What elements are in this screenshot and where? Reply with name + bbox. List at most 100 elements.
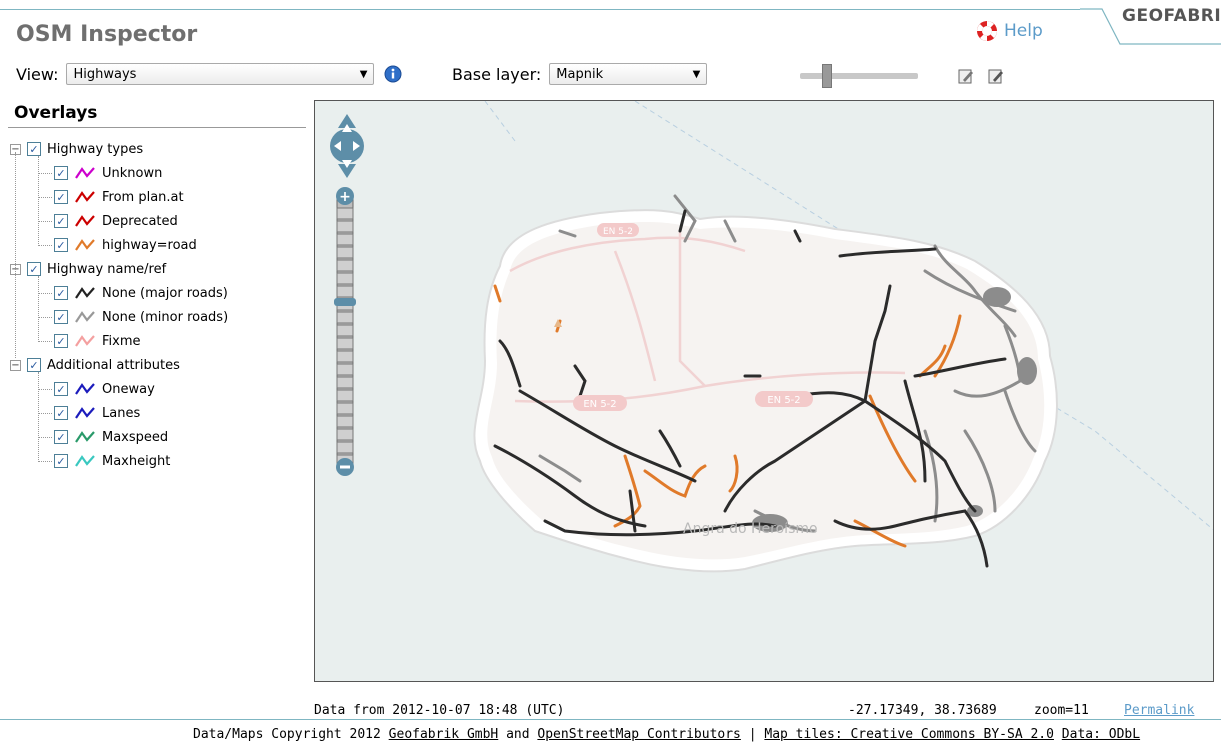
- zoom-level-step[interactable]: [336, 389, 354, 402]
- legend-line-stroke: [75, 215, 95, 227]
- zoom-slider-handle[interactable]: [334, 298, 356, 306]
- overlay-item-label: highway=road: [102, 237, 197, 253]
- opacity-slider-handle[interactable]: [822, 64, 832, 88]
- overlay-checkbox[interactable]: ✓: [54, 382, 68, 396]
- overlay-checkbox[interactable]: ✓: [54, 166, 68, 180]
- overlay-item[interactable]: ✓ Deprecated: [54, 210, 178, 232]
- zoom-level-step[interactable]: [336, 246, 354, 259]
- tiles-license-link[interactable]: Map tiles: Creative Commons BY-SA 2.0: [764, 727, 1054, 742]
- group-checkbox[interactable]: ✓: [27, 262, 41, 276]
- overlay-item[interactable]: ✓ From plan.at: [54, 186, 184, 208]
- legend-line-icon: [75, 191, 95, 203]
- overlay-item[interactable]: ✓ None (minor roads): [54, 306, 228, 328]
- group-checkbox[interactable]: ✓: [27, 358, 41, 372]
- legend-line-stroke: [75, 287, 95, 299]
- zoom-level-step[interactable]: [336, 285, 354, 298]
- zoom-level-step[interactable]: [336, 350, 354, 363]
- overlay-checkbox[interactable]: ✓: [54, 238, 68, 252]
- zoom-out-button[interactable]: [336, 458, 354, 476]
- overlay-checkbox[interactable]: ✓: [54, 310, 68, 324]
- legend-line-stroke: [75, 407, 95, 419]
- legend-line-stroke: [75, 383, 95, 395]
- base-layer-control: Base layer: Mapnik ▼: [452, 62, 708, 86]
- map-view[interactable]: EN 5-2 EN 5-2 EN 5-2 Angra do Heroísmo: [314, 100, 1214, 682]
- tree-connector: [38, 317, 52, 318]
- legend-line-icon: [75, 407, 95, 419]
- base-layer-select[interactable]: Mapnik ▼: [549, 63, 708, 85]
- pan-control[interactable]: [324, 112, 370, 180]
- permalink-link[interactable]: Permalink: [1124, 703, 1194, 718]
- zoom-level-step[interactable]: [336, 415, 354, 428]
- overlay-group[interactable]: − ✓ Additional attributes: [10, 354, 180, 376]
- overlay-checkbox[interactable]: ✓: [54, 454, 68, 468]
- overlay-item[interactable]: ✓ None (major roads): [54, 282, 228, 304]
- overlay-checkbox[interactable]: ✓: [54, 406, 68, 420]
- tree-connector: [15, 152, 16, 358]
- geofabrik-link[interactable]: Geofabrik GmbH: [389, 727, 499, 742]
- zoom-in-button[interactable]: +: [336, 187, 354, 205]
- map-canvas[interactable]: EN 5-2 EN 5-2 EN 5-2 Angra do Heroísmo: [315, 101, 1214, 682]
- edit-potlatch-icon[interactable]: [988, 67, 1004, 85]
- app-title: OSM Inspector: [16, 22, 198, 47]
- overlay-item-label: None (major roads): [102, 285, 228, 301]
- tree-connector: [38, 245, 52, 246]
- zoom-control[interactable]: +: [334, 186, 356, 478]
- opacity-slider[interactable]: [800, 73, 918, 79]
- legend-line-stroke: [75, 311, 95, 323]
- overlay-group-label: Highway types: [47, 141, 144, 157]
- legend-line-stroke: [75, 335, 95, 347]
- zoom-level-step[interactable]: [336, 428, 354, 441]
- overlay-item-label: Maxheight: [102, 453, 171, 469]
- overlay-item[interactable]: ✓ Lanes: [54, 402, 140, 424]
- collapse-icon[interactable]: −: [10, 359, 21, 371]
- overlay-checkbox[interactable]: ✓: [54, 214, 68, 228]
- overlay-item[interactable]: ✓ Fixme: [54, 330, 141, 352]
- zoom-level-step[interactable]: [336, 324, 354, 337]
- zoom-level-step[interactable]: [336, 441, 354, 454]
- group-checkbox[interactable]: ✓: [27, 142, 41, 156]
- header-rule: [0, 9, 1080, 10]
- legend-line-icon: [75, 287, 95, 299]
- zoom-level-step[interactable]: [336, 402, 354, 415]
- zoom-readout: zoom=11: [1034, 703, 1089, 718]
- info-icon[interactable]: [384, 65, 402, 83]
- overlay-item[interactable]: ✓ Oneway: [54, 378, 155, 400]
- zoom-level-step[interactable]: [336, 272, 354, 285]
- data-license-link[interactable]: Data: ODbL: [1062, 727, 1140, 742]
- overlay-checkbox[interactable]: ✓: [54, 286, 68, 300]
- overlay-item[interactable]: ✓ Maxspeed: [54, 426, 168, 448]
- legend-line-icon: [75, 167, 95, 179]
- zoom-level-step[interactable]: [336, 207, 354, 220]
- data-date: Data from 2012-10-07 18:48 (UTC): [314, 703, 565, 718]
- road-label: EN 5-2: [597, 223, 639, 237]
- legend-line-icon: [75, 311, 95, 323]
- overlay-checkbox[interactable]: ✓: [54, 190, 68, 204]
- zoom-level-step[interactable]: [336, 233, 354, 246]
- osm-contributors-link[interactable]: OpenStreetMap Contributors: [537, 727, 741, 742]
- plus-icon: +: [339, 189, 351, 205]
- tree-connector: [38, 197, 52, 198]
- overlay-item-label: From plan.at: [102, 189, 184, 205]
- zoom-level-step[interactable]: [336, 337, 354, 350]
- zoom-level-step[interactable]: [336, 376, 354, 389]
- overlay-item[interactable]: ✓ Maxheight: [54, 450, 170, 472]
- view-select[interactable]: Highways ▼: [66, 63, 375, 85]
- overlay-item[interactable]: ✓ Unknown: [54, 162, 162, 184]
- legend-line-icon: [75, 215, 95, 227]
- zoom-level-step[interactable]: [336, 363, 354, 376]
- zoom-level-step[interactable]: [336, 259, 354, 272]
- road-label-text: EN 5-2: [603, 227, 633, 237]
- help-link[interactable]: Help: [976, 20, 1043, 42]
- overlay-group[interactable]: − ✓ Highway name/ref: [10, 258, 166, 280]
- overlay-item[interactable]: ✓ highway=road: [54, 234, 197, 256]
- overlay-group-label: Additional attributes: [47, 357, 180, 373]
- zoom-level-step[interactable]: [336, 311, 354, 324]
- zoom-level-step[interactable]: [336, 220, 354, 233]
- tree-connector: [38, 341, 52, 342]
- edit-josm-icon[interactable]: [958, 67, 974, 85]
- overlay-checkbox[interactable]: ✓: [54, 334, 68, 348]
- tree-connector: [38, 372, 39, 462]
- overlay-checkbox[interactable]: ✓: [54, 430, 68, 444]
- coordinates-readout: -27.17349, 38.73689: [848, 703, 997, 718]
- overlay-group[interactable]: − ✓ Highway types: [10, 138, 143, 160]
